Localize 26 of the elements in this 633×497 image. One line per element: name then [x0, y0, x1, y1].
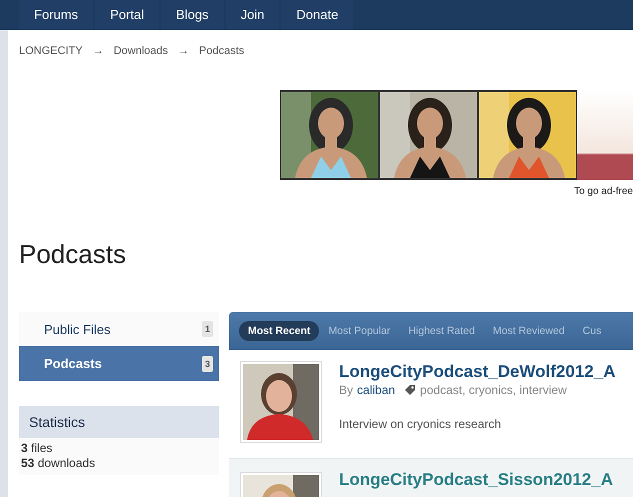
breadcrumb-link[interactable]: Podcasts	[199, 45, 244, 57]
nav-link[interactable]: Forums	[19, 0, 94, 30]
file-description: Interview on cryonics research	[339, 417, 502, 431]
page-title: Podcasts	[19, 239, 127, 269]
sort-tab[interactable]: Most Recent	[239, 321, 320, 341]
by-label: By	[339, 383, 354, 397]
breadcrumb-arrow: →	[178, 45, 189, 57]
statistics-header: Statistics	[19, 406, 219, 438]
nav-link[interactable]: Blogs	[161, 0, 224, 30]
category-item[interactable]: Public Files 1	[19, 312, 219, 346]
statistic-text: 53 downloads	[21, 456, 96, 471]
nav-link[interactable]: Portal	[95, 0, 160, 30]
statistic-text: 3 files	[21, 441, 54, 456]
tag-icon	[404, 384, 416, 396]
nav-link[interactable]: Join	[226, 0, 280, 30]
count-badge: 3	[202, 356, 213, 372]
nav-link[interactable]: Donate	[281, 0, 354, 30]
breadcrumb-link[interactable]: LONGECITY	[19, 45, 83, 57]
breadcrumb-arrow: →	[92, 45, 104, 57]
breadcrumb-link[interactable]: Downloads	[114, 45, 168, 57]
ad-free-note: To go ad-free	[573, 186, 633, 197]
author-link[interactable]: caliban	[357, 383, 396, 397]
count-badge: 1	[202, 321, 213, 337]
tag-list: podcast, cryonics, interview	[420, 383, 567, 397]
category-item[interactable]: Podcasts 3	[19, 346, 219, 381]
file-title-link[interactable]: LongeCityPodcast_DeWolf2012_A	[339, 362, 616, 382]
